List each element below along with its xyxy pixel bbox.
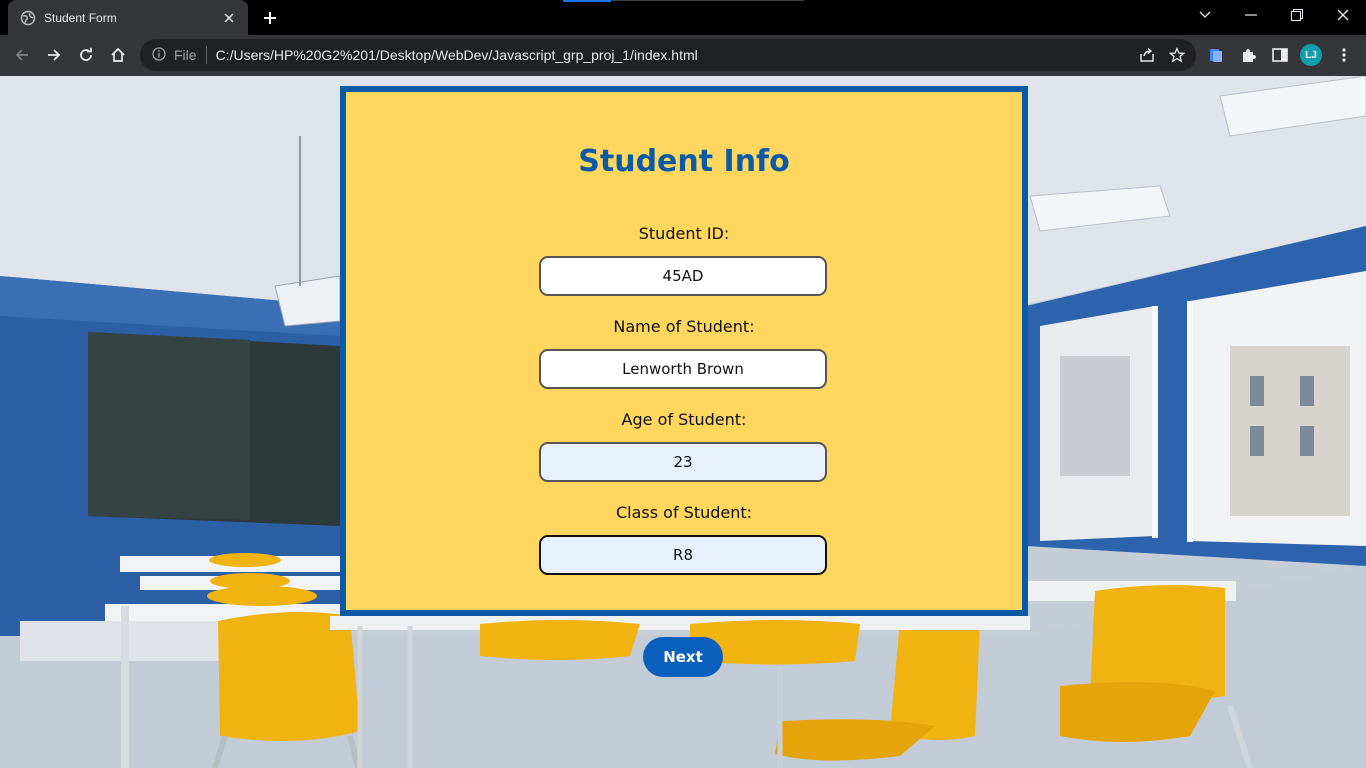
student-name-label: Name of Student: — [613, 317, 755, 336]
tab-title: Student Form — [44, 10, 117, 25]
new-tab-button[interactable] — [258, 6, 282, 30]
restore-icon — [1291, 9, 1303, 21]
globe-icon — [20, 10, 36, 26]
browser-title-bar: Student Form — [0, 0, 1366, 35]
kebab-menu-icon[interactable] — [1330, 41, 1358, 69]
browser-tab[interactable]: Student Form — [8, 0, 248, 35]
page-title: Student Info — [578, 144, 790, 179]
tab-search-button[interactable] — [1182, 0, 1228, 30]
student-id-input[interactable] — [539, 256, 827, 296]
close-icon — [1337, 9, 1349, 21]
security-label: File — [174, 47, 197, 63]
url-text[interactable]: C:/Users/HP%20G2%201/Desktop/WebDev/Java… — [216, 47, 698, 63]
home-button[interactable] — [104, 41, 132, 69]
minimize-icon — [1245, 14, 1257, 16]
reload-button[interactable] — [72, 41, 100, 69]
restore-button[interactable] — [1274, 0, 1320, 30]
student-class-input[interactable] — [539, 535, 827, 575]
address-bar[interactable]: File C:/Users/HP%20G2%201/Desktop/WebDev… — [140, 39, 1196, 71]
student-info-card: Student Info Student ID: Name of Student… — [340, 86, 1028, 616]
star-icon[interactable] — [1164, 42, 1190, 68]
reload-icon — [80, 47, 92, 61]
side-panel-icon[interactable] — [1266, 41, 1294, 69]
home-icon — [111, 47, 125, 62]
student-age-label: Age of Student: — [621, 410, 747, 429]
browser-toolbar: File C:/Users/HP%20G2%201/Desktop/WebDev… — [0, 35, 1366, 76]
tab-strip-indicator — [563, 0, 611, 2]
arrow-right-icon — [48, 49, 61, 61]
student-class-label: Class of Student: — [615, 503, 753, 522]
share-icon[interactable] — [1134, 42, 1160, 68]
student-age-input[interactable] — [539, 442, 827, 482]
back-button[interactable] — [8, 41, 36, 69]
plus-icon — [264, 12, 276, 24]
page-viewport: Student Info Student ID: Name of Student… — [0, 76, 1366, 768]
puzzle-icon[interactable] — [1234, 41, 1262, 69]
info-icon[interactable] — [152, 46, 166, 65]
extension-icon[interactable] — [1202, 41, 1230, 69]
tab-strip-divider — [611, 0, 804, 1]
forward-button[interactable] — [40, 41, 68, 69]
profile-avatar[interactable]: LJ — [1300, 44, 1322, 66]
close-tab-icon[interactable] — [220, 9, 238, 27]
omnibox-separator — [205, 46, 207, 64]
minimize-button[interactable] — [1228, 0, 1274, 30]
chevron-down-icon — [1199, 11, 1211, 18]
student-id-label: Student ID: — [638, 224, 730, 243]
arrow-left-icon — [15, 49, 28, 61]
student-name-input[interactable] — [539, 349, 827, 389]
close-window-button[interactable] — [1320, 0, 1366, 30]
next-button[interactable]: Next — [643, 637, 723, 677]
